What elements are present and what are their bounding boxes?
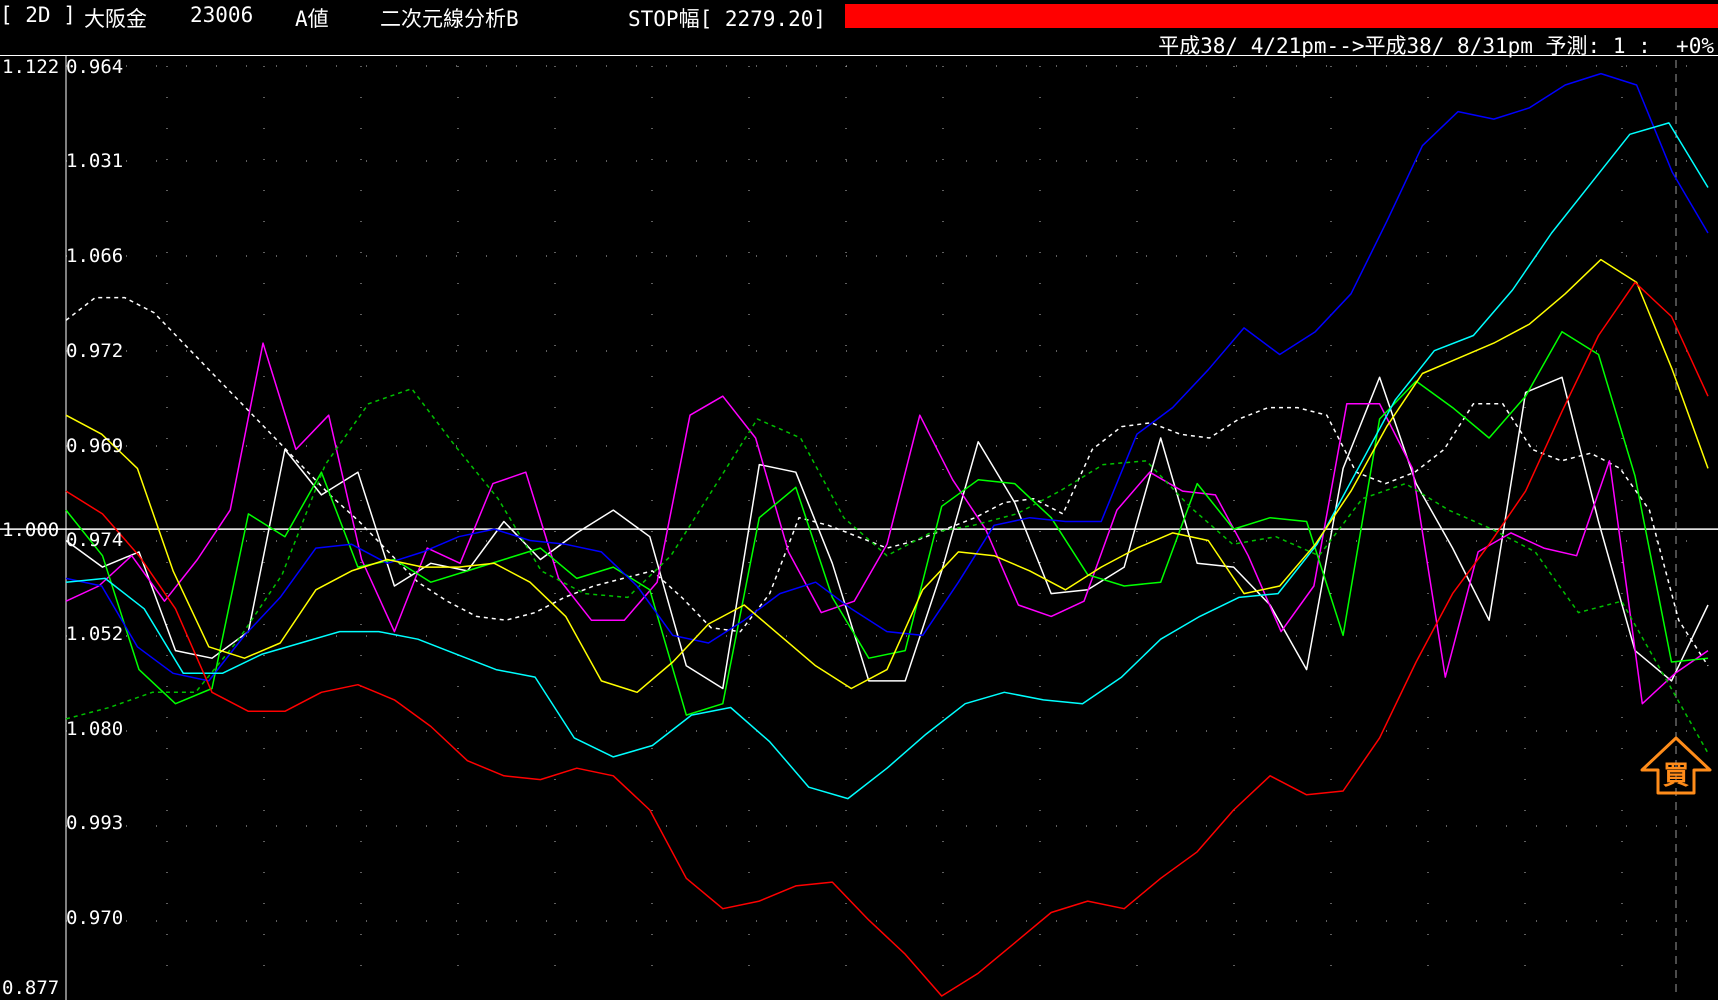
band-label: 1.031 bbox=[66, 150, 123, 172]
series-line bbox=[65, 330, 1709, 716]
band-label: 1.066 bbox=[66, 245, 123, 267]
band-label: 0.970 bbox=[66, 907, 123, 929]
series-line bbox=[65, 387, 1709, 754]
band-label: 0.974 bbox=[66, 529, 123, 551]
series-line bbox=[65, 342, 1709, 705]
series-line bbox=[65, 376, 1709, 690]
series-line bbox=[65, 72, 1709, 682]
band-label: 0.964 bbox=[66, 56, 123, 78]
series-line bbox=[65, 296, 1709, 667]
series-line bbox=[65, 258, 1709, 694]
band-label: 1.080 bbox=[66, 718, 123, 740]
line-chart: 1.122 1.000 0.877 0.964 1.031 1.066 0.972 0.969… bbox=[0, 56, 1718, 1000]
buy-signal-label: 買 bbox=[1663, 761, 1689, 791]
band-label: 1.052 bbox=[66, 623, 123, 645]
y-axis-bottom-label: 0.877 bbox=[2, 977, 59, 999]
band-label: 0.993 bbox=[66, 812, 123, 834]
y-axis-mid-label: 1.000 bbox=[2, 519, 59, 541]
band-label: 0.969 bbox=[66, 435, 123, 457]
band-label: 0.972 bbox=[66, 340, 123, 362]
y-axis-top-label: 1.122 bbox=[2, 56, 59, 78]
